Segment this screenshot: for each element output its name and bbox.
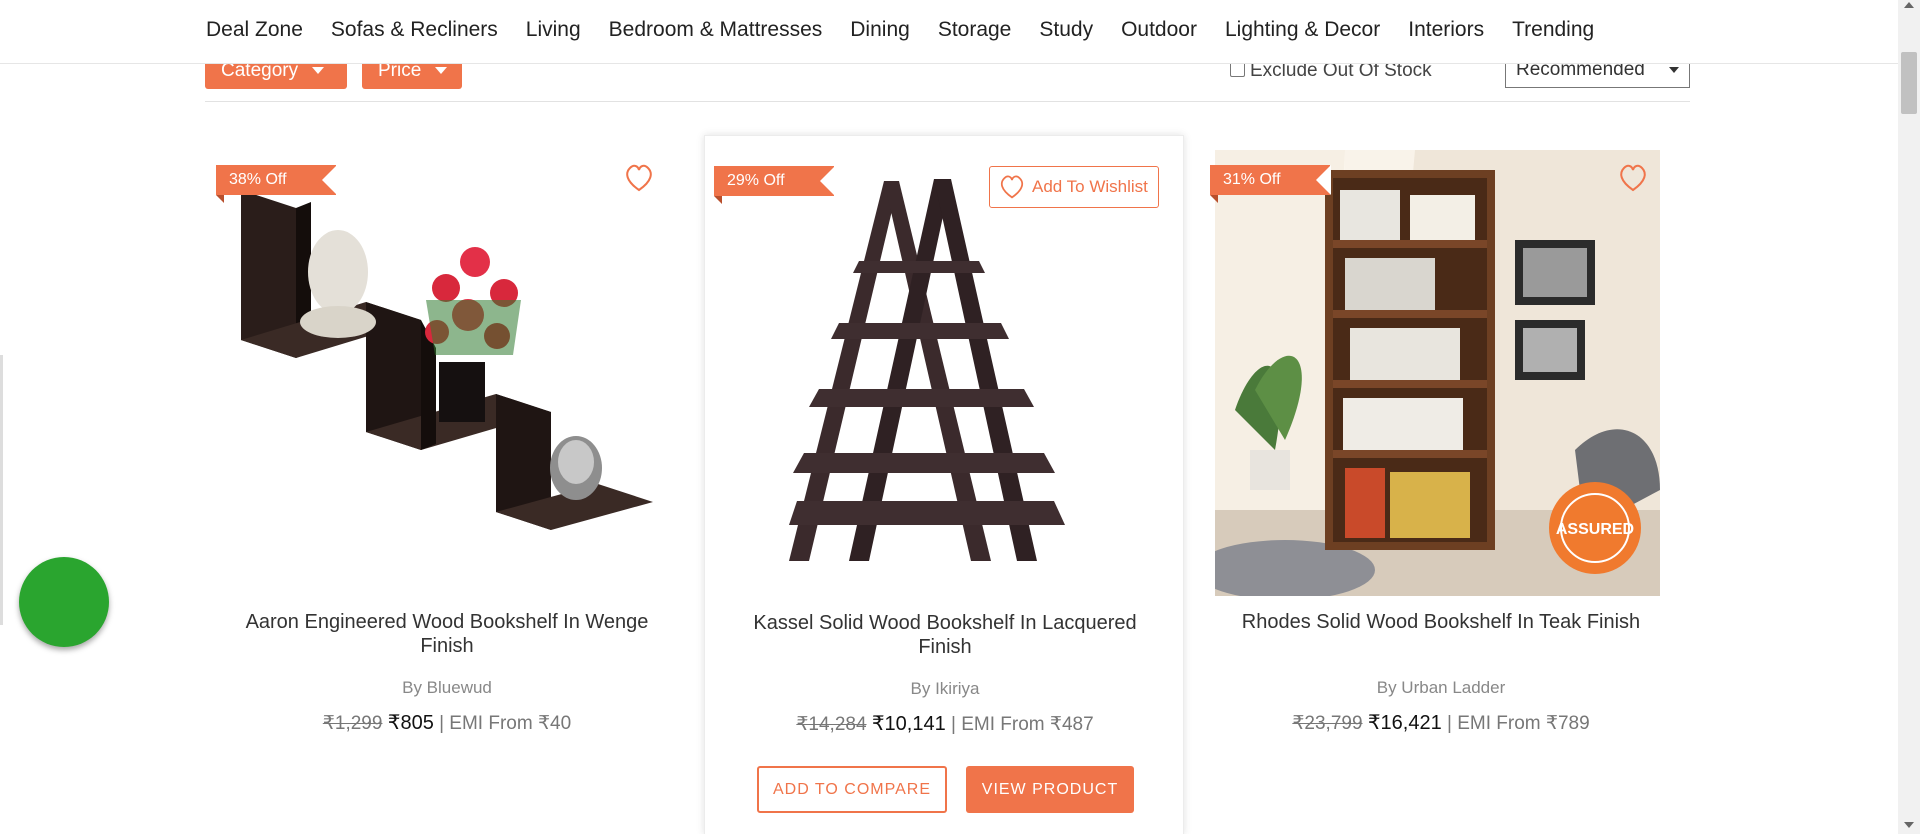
side-panel-edge xyxy=(0,355,3,625)
chat-widget-button[interactable] xyxy=(19,557,109,647)
scroll-thumb[interactable] xyxy=(1901,52,1917,114)
nav-item-bedroom-mattresses[interactable]: Bedroom & Mattresses xyxy=(609,18,823,42)
a-frame-bookshelf-illustration xyxy=(719,151,1164,597)
nav-item-trending[interactable]: Trending xyxy=(1512,18,1594,42)
original-price: ₹1,299 xyxy=(322,713,383,734)
discount-badge: 29% Off xyxy=(714,166,835,204)
product-card[interactable]: ASSURED 31% Off Rhodes Solid Wood Booksh… xyxy=(1201,135,1681,834)
page-scrollbar[interactable] xyxy=(1898,0,1920,834)
nav-item-lighting-decor[interactable]: Lighting & Decor xyxy=(1225,18,1380,42)
nav-menu: Deal Zone Sofas & Recliners Living Bedro… xyxy=(206,0,1622,60)
nav-item-outdoor[interactable]: Outdoor xyxy=(1121,18,1197,42)
original-price: ₹23,799 xyxy=(1292,713,1363,734)
product-brand: By Bluewud xyxy=(402,678,492,697)
emi-text: | EMI From ₹40 xyxy=(439,713,572,734)
heart-outline-icon[interactable] xyxy=(1617,163,1649,193)
product-listing-page: Deal Zone Sofas & Recliners Living Bedro… xyxy=(0,0,1920,834)
sale-price: ₹10,141 xyxy=(871,713,946,735)
heart-outline-icon[interactable] xyxy=(623,163,655,193)
nav-item-study[interactable]: Study xyxy=(1039,18,1093,42)
assured-stamp-text: ASSURED xyxy=(1556,521,1634,538)
original-price: ₹14,284 xyxy=(796,714,867,735)
sale-price: ₹16,421 xyxy=(1367,712,1442,734)
product-title[interactable]: Rhodes Solid Wood Bookshelf In Teak Fini… xyxy=(1221,610,1661,634)
heart-outline-icon xyxy=(1000,175,1024,199)
product-price: ₹23,799 ₹16,421 | EMI From ₹789 xyxy=(1221,710,1661,735)
scroll-up-arrow-icon[interactable] xyxy=(1904,2,1914,8)
caret-down-icon xyxy=(1669,67,1679,73)
product-brand: By Urban Ladder xyxy=(1376,678,1506,697)
top-navigation: Deal Zone Sofas & Recliners Living Bedro… xyxy=(0,0,1898,64)
add-to-wishlist-button[interactable]: Add To Wishlist xyxy=(989,166,1159,208)
nav-item-sofas-recliners[interactable]: Sofas & Recliners xyxy=(331,18,498,42)
product-card[interactable]: 38% Off Aaron Engineered Wood Bookshelf … xyxy=(207,135,687,834)
product-price: ₹14,284 ₹10,141 | EMI From ₹487 xyxy=(725,711,1165,736)
scroll-down-arrow-icon[interactable] xyxy=(1904,822,1914,828)
add-to-wishlist-label: Add To Wishlist xyxy=(1032,177,1148,196)
wall-shelf-illustration xyxy=(221,150,666,596)
product-price: ₹1,299 ₹805 | EMI From ₹40 xyxy=(227,710,667,735)
tall-bookshelf-room-illustration: ASSURED xyxy=(1215,150,1660,596)
sale-price: ₹805 xyxy=(387,712,434,734)
emi-text: | EMI From ₹789 xyxy=(1447,713,1590,734)
add-to-compare-button[interactable]: ADD TO COMPARE xyxy=(757,766,947,813)
product-image[interactable]: ASSURED xyxy=(1215,150,1660,596)
caret-down-icon xyxy=(435,67,448,74)
product-brand: By Ikiriya xyxy=(910,679,980,698)
product-card[interactable]: 29% Off Add To Wishlist Kassel Solid Woo… xyxy=(704,135,1184,834)
discount-badge: 31% Off xyxy=(1210,165,1331,203)
emi-text: | EMI From ₹487 xyxy=(951,714,1094,735)
product-image[interactable] xyxy=(221,150,666,596)
view-product-button[interactable]: VIEW PRODUCT xyxy=(966,766,1134,813)
nav-item-dining[interactable]: Dining xyxy=(850,18,910,42)
caret-down-icon xyxy=(312,67,325,74)
nav-item-deal-zone[interactable]: Deal Zone xyxy=(206,18,303,42)
nav-item-interiors[interactable]: Interiors xyxy=(1408,18,1484,42)
product-title[interactable]: Kassel Solid Wood Bookshelf In Lacquered… xyxy=(725,611,1165,659)
product-image[interactable] xyxy=(719,151,1164,597)
nav-item-storage[interactable]: Storage xyxy=(938,18,1012,42)
nav-item-living[interactable]: Living xyxy=(526,18,581,42)
discount-badge: 38% Off xyxy=(216,165,337,203)
product-title[interactable]: Aaron Engineered Wood Bookshelf In Wenge… xyxy=(227,610,667,658)
